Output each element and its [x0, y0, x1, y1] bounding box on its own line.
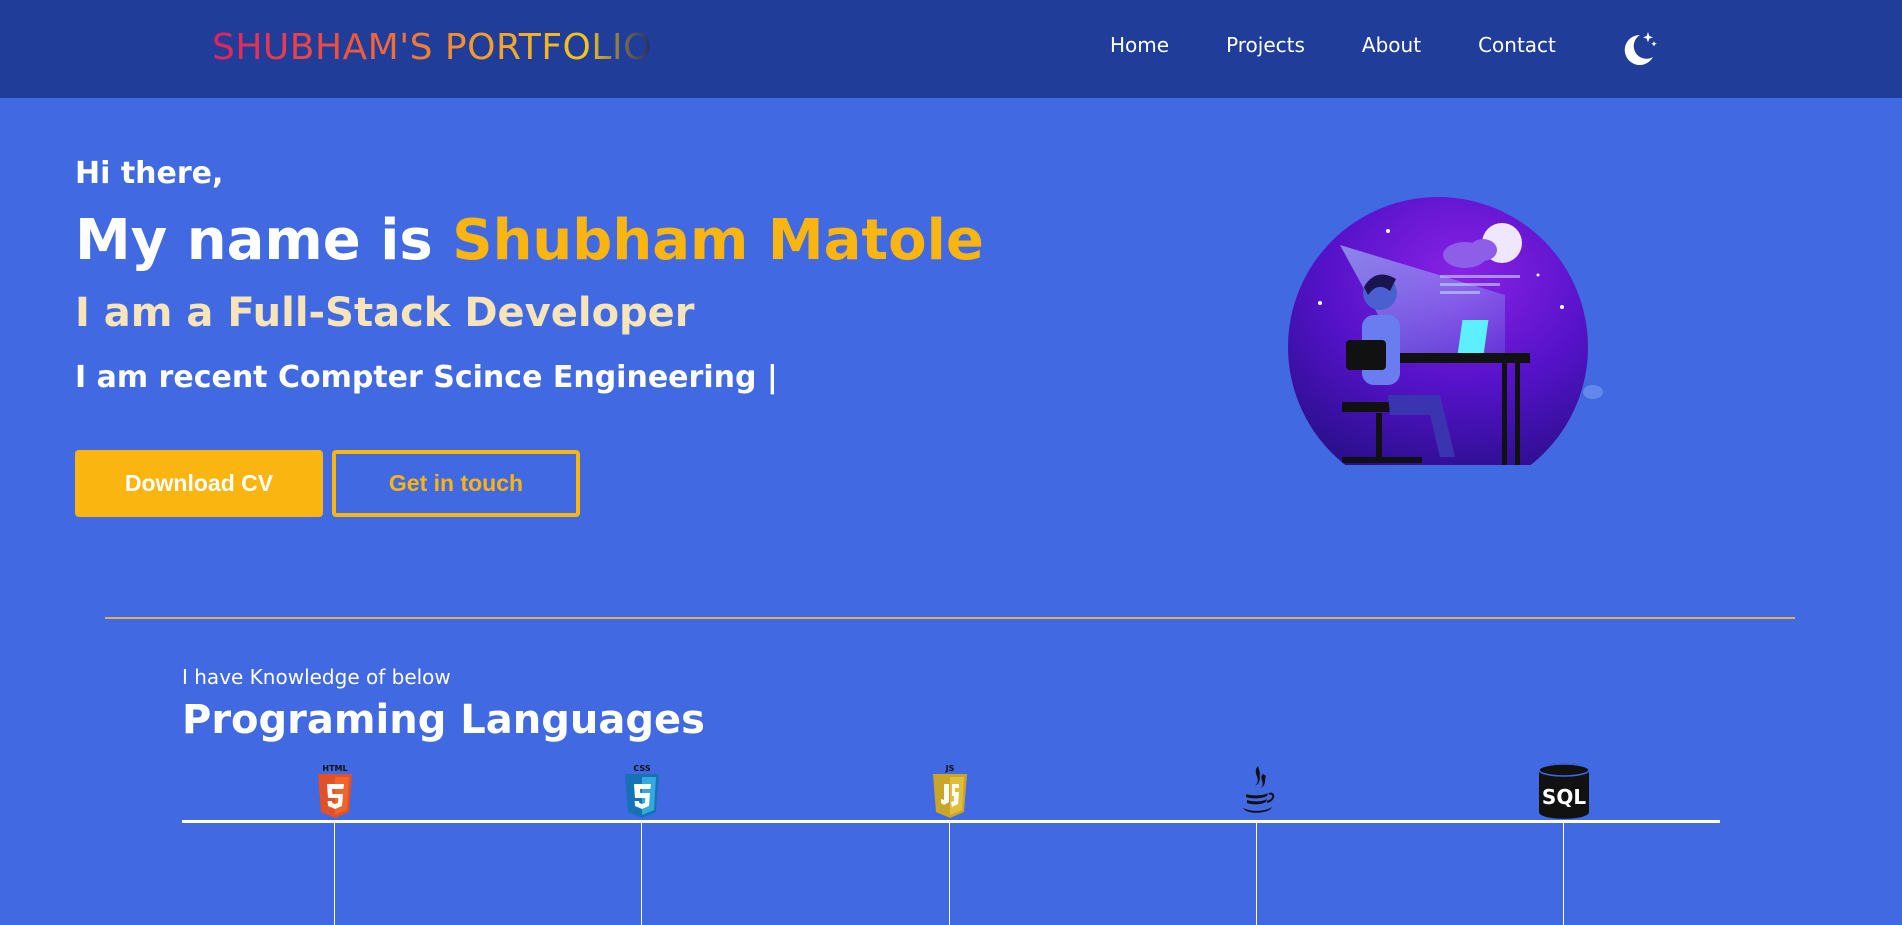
brand-logo[interactable]: SHUBHAM'S PORTFOLIO: [212, 27, 652, 68]
name-prefix: My name is: [75, 208, 453, 273]
sql-badge: SQL: [1542, 785, 1586, 809]
html5-icon[interactable]: HTML: [307, 762, 363, 820]
skills-title: Programing Languages: [182, 697, 705, 743]
theme-toggle-button[interactable]: [1620, 29, 1658, 69]
css3-badge: CSS: [633, 764, 650, 773]
nav-link-contact[interactable]: Contact: [1478, 33, 1556, 57]
get-in-touch-button[interactable]: Get in touch: [332, 450, 580, 517]
javascript-icon[interactable]: JS: [922, 762, 978, 820]
nav-menu: Home Projects About Contact: [1110, 33, 1613, 57]
html5-badge: HTML: [322, 764, 347, 773]
timeline-stem: [1256, 823, 1257, 925]
hero-role: I am a Full-Stack Developer: [75, 290, 695, 336]
hero-greeting: Hi there,: [75, 156, 224, 191]
moon-stars-icon: [1624, 32, 1657, 65]
javascript-badge: JS: [945, 764, 955, 773]
hero-name: My name is Shubham Matole: [75, 208, 984, 273]
section-divider: [105, 617, 1795, 619]
name-highlight: Shubham Matole: [452, 208, 984, 273]
download-cv-button[interactable]: Download CV: [75, 450, 323, 517]
java-icon[interactable]: [1229, 762, 1285, 820]
nav-link-home[interactable]: Home: [1110, 33, 1169, 57]
css3-icon[interactable]: CSS: [614, 762, 670, 820]
timeline-stem: [1563, 823, 1564, 925]
nav-link-about[interactable]: About: [1362, 33, 1421, 57]
timeline-stem: [641, 823, 642, 925]
navbar: SHUBHAM'S PORTFOLIO Home Projects About …: [0, 0, 1902, 98]
sql-database-icon[interactable]: SQL: [1536, 762, 1592, 820]
timeline-stem: [949, 823, 950, 925]
skills-subtitle: I have Knowledge of below: [182, 665, 451, 689]
timeline-stem: [334, 823, 335, 925]
nav-link-projects[interactable]: Projects: [1226, 33, 1305, 57]
hero-typing-text: I am recent Compter Scince Engineering |: [75, 360, 778, 395]
skills-timeline: [182, 820, 1720, 823]
developer-at-desk-night-illustration: [1288, 197, 1603, 465]
